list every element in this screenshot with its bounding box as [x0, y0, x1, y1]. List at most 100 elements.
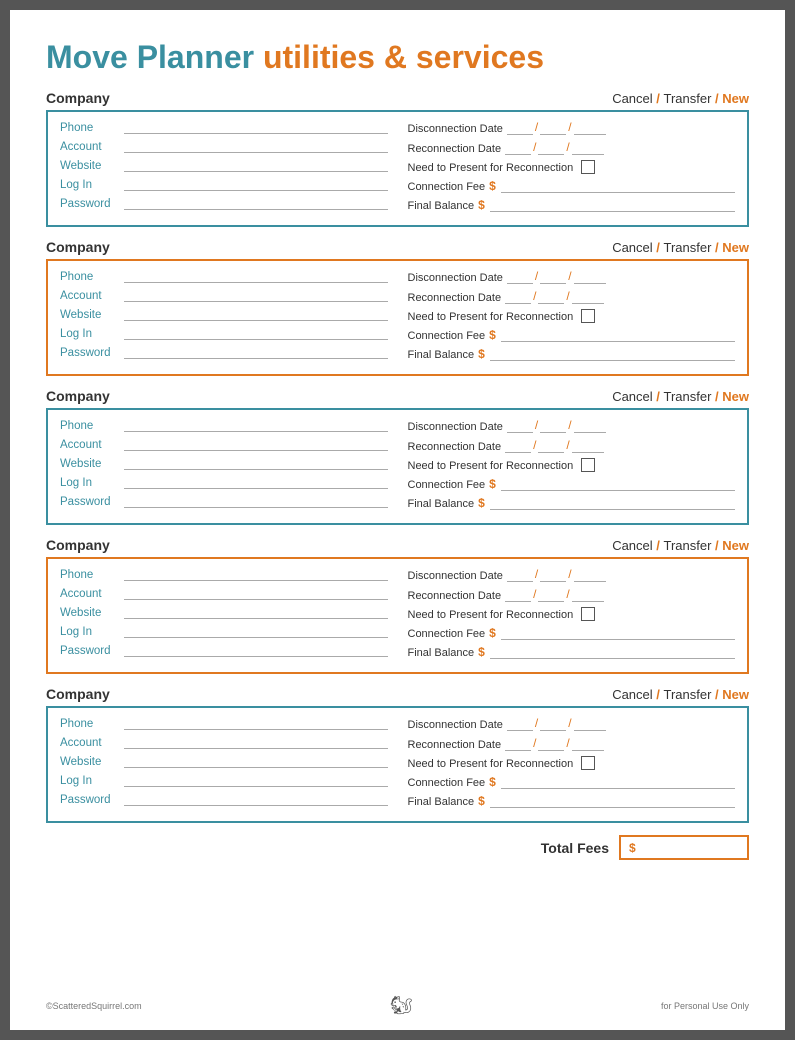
section-1-date-yy-0[interactable] [574, 121, 606, 135]
section-1-left-input-3[interactable] [124, 177, 388, 191]
section-2-left-input-0[interactable] [124, 269, 388, 283]
section-5-balance-input-4[interactable] [490, 794, 735, 808]
section-3-left-input-2[interactable] [124, 456, 388, 470]
section-2-date-slash1-1: / [533, 289, 536, 304]
section-3-date-mm-1[interactable] [505, 439, 531, 453]
section-5-date-mm-1[interactable] [505, 737, 531, 751]
section-2-checkbox-2[interactable] [581, 309, 595, 323]
section-4-left-input-4[interactable] [124, 643, 388, 657]
section-4-fee-input-3[interactable] [501, 626, 735, 640]
section-4-balance-input-4[interactable] [490, 645, 735, 659]
section-2-balance-input-4[interactable] [490, 347, 735, 361]
section-1-date-slash1-1: / [533, 140, 536, 155]
section-5-left-input-3[interactable] [124, 773, 388, 787]
section-1-date-mm-0[interactable] [507, 121, 533, 135]
total-fees-input[interactable] [641, 840, 795, 855]
section-5-left-input-0[interactable] [124, 716, 388, 730]
section-1-date-slash2-0: / [568, 120, 571, 135]
section-1-left-input-1[interactable] [124, 139, 388, 153]
section-1-left-input-4[interactable] [124, 196, 388, 210]
section-4-left-input-0[interactable] [124, 567, 388, 581]
section-5-date-yy-1[interactable] [572, 737, 604, 751]
footer: ©ScatteredSquirrel.com 🐿 for Personal Us… [46, 995, 749, 1016]
section-1-left-input-0[interactable] [124, 120, 388, 134]
section-5-left-input-1[interactable] [124, 735, 388, 749]
section-3-company-label: Company [46, 388, 110, 404]
section-1-date-dd-0[interactable] [540, 121, 566, 135]
section-3-date-dd-1[interactable] [538, 439, 564, 453]
section-3-left-row-4: Password [60, 494, 388, 508]
section-4-right-label-2: Need to Present for Reconnection [408, 609, 574, 621]
section-3: CompanyCancel / Transfer / NewPhoneAccou… [46, 388, 749, 525]
section-5-date-yy-0[interactable] [574, 717, 606, 731]
section-2-date-dd-0[interactable] [540, 270, 566, 284]
section-4-date-yy-1[interactable] [572, 588, 604, 602]
section-1-left-input-2[interactable] [124, 158, 388, 172]
section-3-checkbox-2[interactable] [581, 458, 595, 472]
section-4-left-label-4: Password [60, 645, 120, 657]
section-5-fee-input-3[interactable] [501, 775, 735, 789]
total-fees-box: $ [619, 835, 749, 860]
section-4: CompanyCancel / Transfer / NewPhoneAccou… [46, 537, 749, 674]
section-1-right-row-4: Final Balance$ [408, 198, 736, 212]
section-3-left-input-1[interactable] [124, 437, 388, 451]
section-5-date-dd-0[interactable] [540, 717, 566, 731]
section-5-left-input-2[interactable] [124, 754, 388, 768]
section-1-date-dd-1[interactable] [538, 141, 564, 155]
section-4-date-dd-0[interactable] [540, 568, 566, 582]
section-4-left-input-3[interactable] [124, 624, 388, 638]
section-2-date-mm-1[interactable] [505, 290, 531, 304]
section-3-date-yy-0[interactable] [574, 419, 606, 433]
cancel-label: Cancel [612, 687, 652, 702]
section-1-balance-input-4[interactable] [490, 198, 735, 212]
section-2-left-input-1[interactable] [124, 288, 388, 302]
section-5-date-dd-1[interactable] [538, 737, 564, 751]
section-2-date-yy-0[interactable] [574, 270, 606, 284]
section-4-date-dd-1[interactable] [538, 588, 564, 602]
section-4-left-row-4: Password [60, 643, 388, 657]
section-3-left-input-4[interactable] [124, 494, 388, 508]
cancel-label: Cancel [612, 91, 652, 106]
section-4-date-slash2-0: / [568, 567, 571, 582]
new-label: New [722, 389, 749, 404]
section-5-date-mm-0[interactable] [507, 717, 533, 731]
section-4-date-mm-0[interactable] [507, 568, 533, 582]
section-2-fee-input-3[interactable] [501, 328, 735, 342]
section-4-grid: PhoneAccountWebsiteLog InPasswordDisconn… [60, 567, 735, 664]
section-4-date-yy-0[interactable] [574, 568, 606, 582]
section-5-checkbox-2[interactable] [581, 756, 595, 770]
section-3-date-dd-0[interactable] [540, 419, 566, 433]
section-3-left-input-3[interactable] [124, 475, 388, 489]
section-1-right-label-4: Final Balance [408, 200, 475, 212]
section-3-left-input-0[interactable] [124, 418, 388, 432]
total-fee-symbol: $ [629, 841, 636, 855]
section-3-balance-input-4[interactable] [490, 496, 735, 510]
section-4-balance-symbol-4: $ [478, 645, 485, 659]
section-1-checkbox-2[interactable] [581, 160, 595, 174]
slash2: / [711, 538, 722, 553]
section-4-checkbox-2[interactable] [581, 607, 595, 621]
title-move: Move Planner [46, 39, 263, 75]
section-4-left-input-2[interactable] [124, 605, 388, 619]
section-2-date-yy-1[interactable] [572, 290, 604, 304]
section-5-left-input-4[interactable] [124, 792, 388, 806]
section-2-left-input-3[interactable] [124, 326, 388, 340]
slash2: / [711, 687, 722, 702]
section-2-date-dd-1[interactable] [538, 290, 564, 304]
section-2-date-mm-0[interactable] [507, 270, 533, 284]
new-label: New [722, 538, 749, 553]
section-4-left-input-1[interactable] [124, 586, 388, 600]
section-3-date-mm-0[interactable] [507, 419, 533, 433]
section-3-date-yy-1[interactable] [572, 439, 604, 453]
section-1-date-mm-1[interactable] [505, 141, 531, 155]
section-1-date-yy-1[interactable] [572, 141, 604, 155]
section-3-fee-input-3[interactable] [501, 477, 735, 491]
section-3-right-row-4: Final Balance$ [408, 496, 736, 510]
section-3-left-label-3: Log In [60, 477, 120, 489]
section-2-left-input-2[interactable] [124, 307, 388, 321]
section-1-fee-input-3[interactable] [501, 179, 735, 193]
section-5-date-slash1-1: / [533, 736, 536, 751]
section-2-left-input-4[interactable] [124, 345, 388, 359]
section-2-right-label-4: Final Balance [408, 349, 475, 361]
section-4-date-mm-1[interactable] [505, 588, 531, 602]
